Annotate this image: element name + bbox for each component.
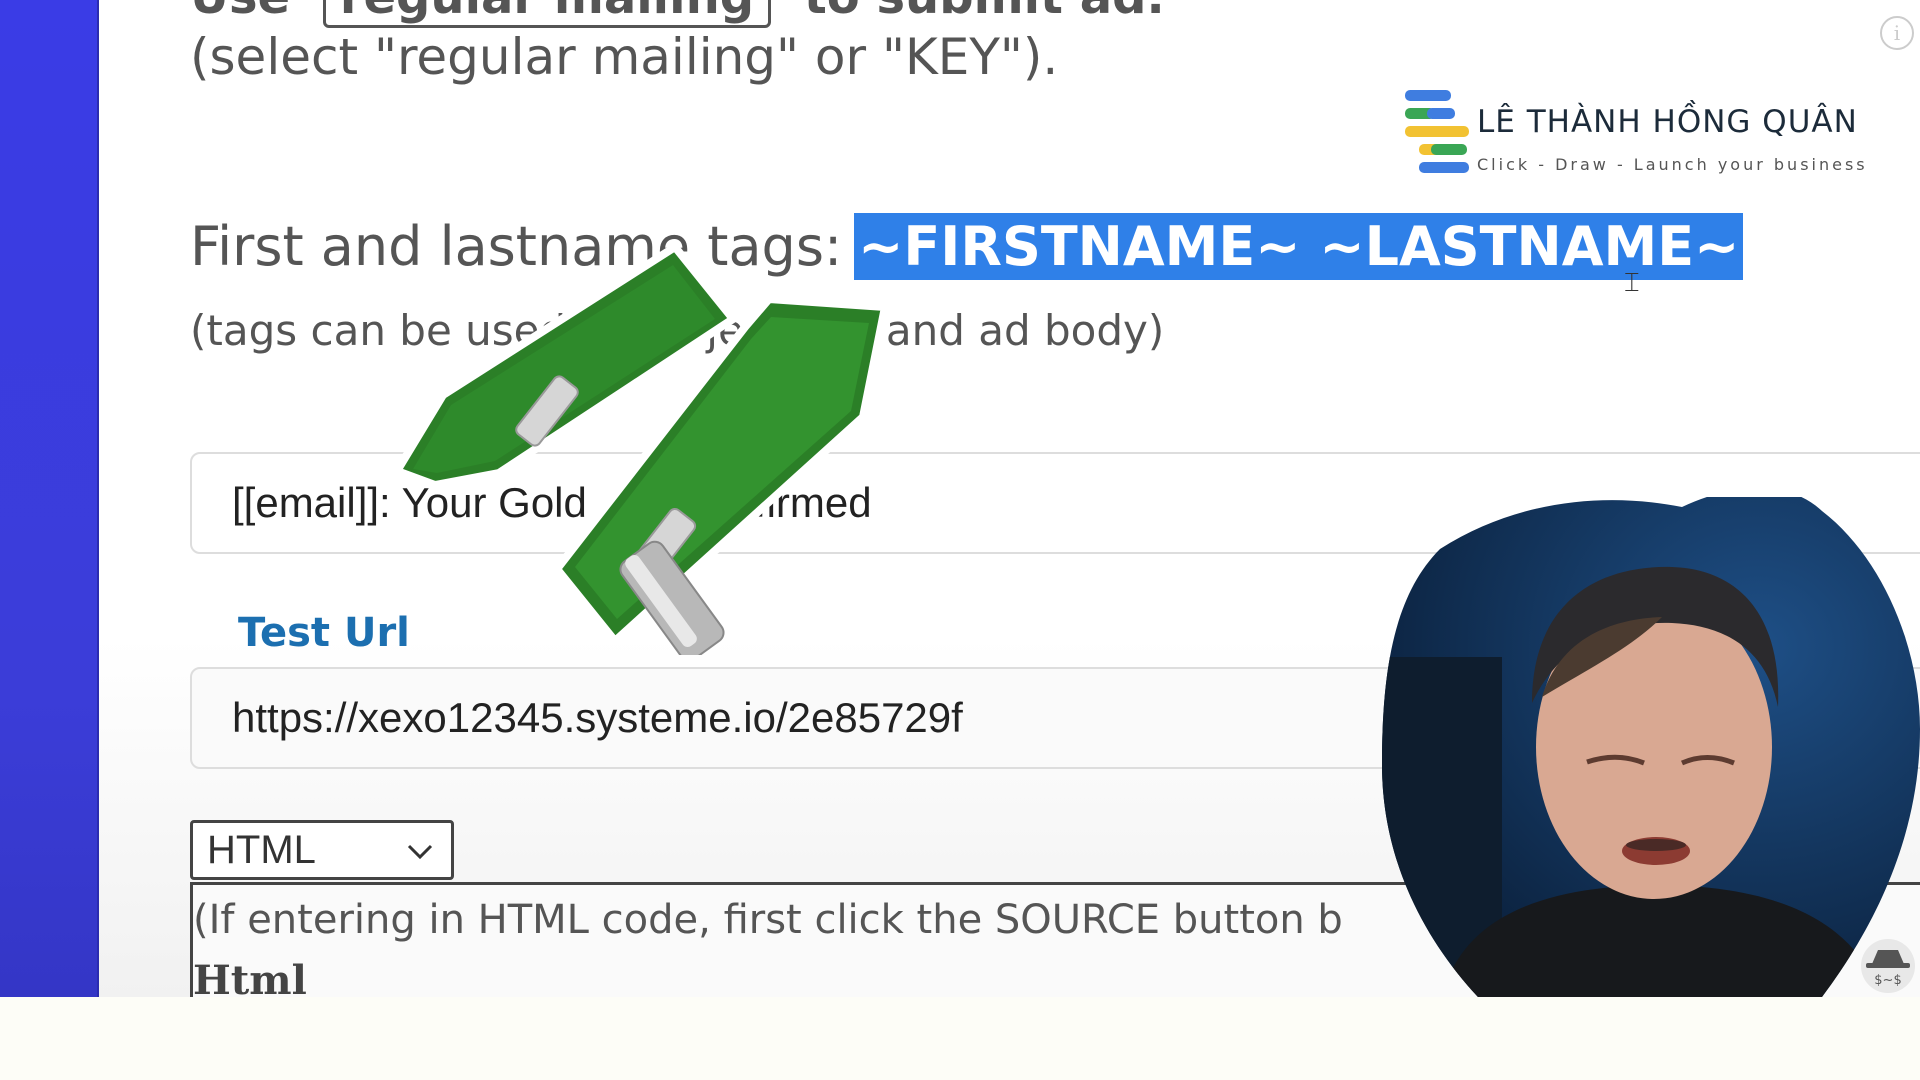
chevron-down-icon xyxy=(407,844,433,860)
webcam-overlay xyxy=(1382,497,1920,997)
presenter-avatar xyxy=(1382,497,1920,997)
tags-value-selected[interactable]: ~FIRSTNAME~ ~LASTNAME~ xyxy=(854,213,1744,280)
test-url-value: https://xexo12345.systeme.io/2e85729f xyxy=(232,694,963,741)
cutoff-suffix: to submit ad. xyxy=(804,0,1165,25)
format-selected: HTML xyxy=(207,827,316,872)
cutoff-prefix: Use xyxy=(190,0,290,25)
video-frame: Use regular mailing to submit ad. (selec… xyxy=(0,0,1920,997)
signpost-icon xyxy=(393,243,889,655)
info-icon[interactable]: i xyxy=(1880,16,1914,50)
regular-mailing-button[interactable]: regular mailing xyxy=(322,0,772,28)
sidebar xyxy=(0,0,99,997)
cutoff-instruction: Use regular mailing to submit ad. xyxy=(190,0,1165,28)
select-hint: (select "regular mailing" or "KEY"). xyxy=(190,28,1059,86)
spy-hat-icon: $~$ xyxy=(1861,939,1915,993)
editor-heading: Html xyxy=(193,957,307,997)
brand-logo: LÊ THÀNH HỒNG QUÂN Click - Draw - Launch… xyxy=(1405,88,1865,178)
text-cursor-icon: ⌶ xyxy=(1624,268,1640,298)
brand-mark-icon xyxy=(1405,90,1469,173)
editor-hint: (If entering in HTML code, first click t… xyxy=(193,897,1343,943)
brand-tagline: Click - Draw - Launch your business xyxy=(1477,155,1868,174)
svg-text:$~$: $~$ xyxy=(1874,973,1901,988)
format-select[interactable]: HTML xyxy=(190,820,454,880)
brand-name: LÊ THÀNH HỒNG QUÂN xyxy=(1477,104,1858,140)
